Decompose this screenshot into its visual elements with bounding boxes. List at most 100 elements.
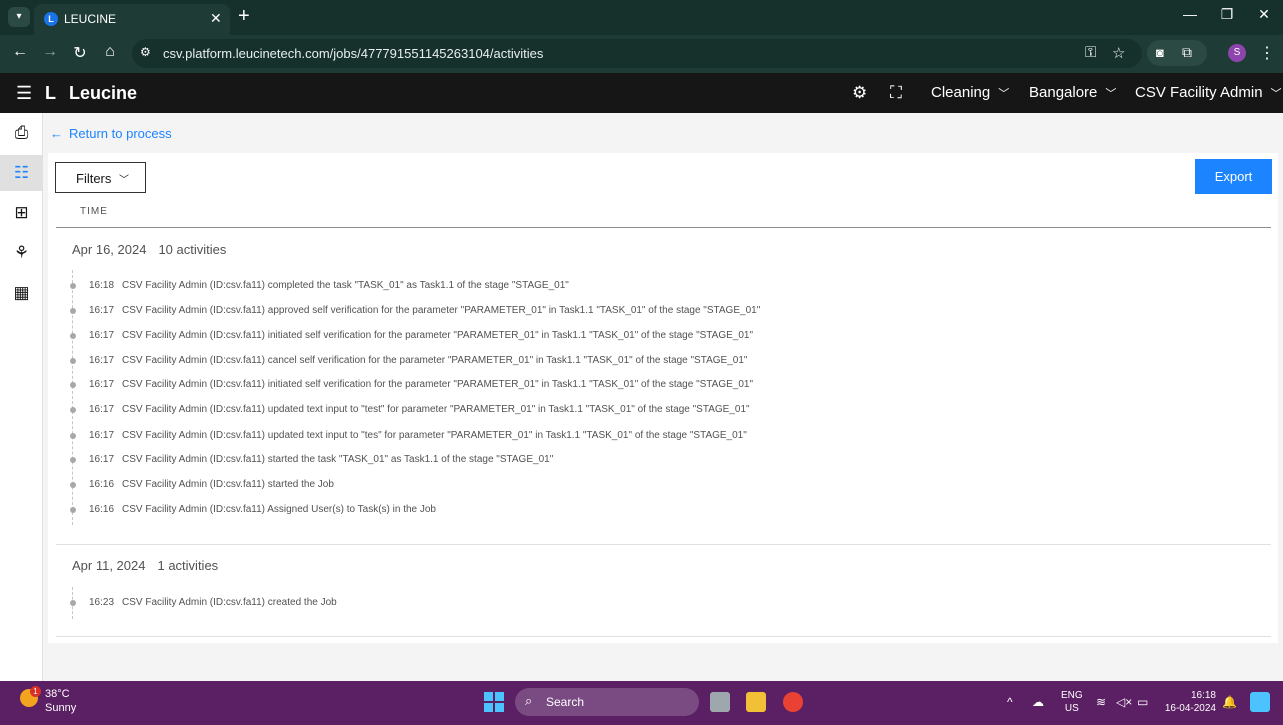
- chevron-down-icon: ﹀: [119, 175, 129, 186]
- timeline-dot: [70, 333, 76, 339]
- use-case-dropdown[interactable]: Cleaning ﹀: [931, 84, 1009, 101]
- filters-label: Filters: [76, 171, 112, 186]
- entry-text: CSV Facility Admin (ID:csv.fa11) created…: [122, 597, 337, 608]
- minimize-icon[interactable]: —: [1180, 6, 1200, 22]
- task-view-icon[interactable]: [710, 692, 730, 712]
- weather-temperature[interactable]: 38°C: [45, 688, 70, 700]
- side-nav: ⎙ ☷ ⊞ ⚘ ▦: [0, 113, 43, 681]
- chrome-icon[interactable]: [783, 692, 803, 712]
- activities-panel: Filters ﹀ Export TIME Apr 16, 2024 10 act…: [48, 153, 1278, 643]
- bookmark-star-icon[interactable]: ☆: [1112, 44, 1125, 62]
- entry-time: 16:17: [89, 379, 115, 390]
- url-text[interactable]: csv.platform.leucinetech.com/jobs/477791…: [163, 46, 543, 61]
- timeline-dot: [70, 600, 76, 606]
- user-dropdown[interactable]: CSV Facility Admin ﹀: [1135, 84, 1282, 101]
- search-label: Search: [546, 695, 585, 709]
- forward-arrow-icon[interactable]: →: [40, 43, 60, 61]
- weather-badge: 1: [30, 686, 41, 697]
- home-icon[interactable]: ⌂: [100, 43, 120, 61]
- volume-muted-icon[interactable]: ◁×: [1116, 695, 1132, 709]
- chevron-down-icon: ﹀: [998, 88, 1010, 100]
- browser-tab[interactable]: L LEUCINE ✕: [34, 4, 230, 35]
- export-button[interactable]: Export: [1195, 159, 1272, 194]
- new-tab-plus-icon[interactable]: +: [238, 5, 250, 28]
- reload-icon[interactable]: ↻: [70, 43, 90, 63]
- filters-button[interactable]: Filters ﹀: [55, 162, 146, 193]
- user-label: CSV Facility Admin: [1135, 84, 1263, 101]
- timeline-dot: [70, 482, 76, 488]
- facility-label: Bangalore: [1029, 84, 1098, 101]
- entry-time: 16:18: [89, 280, 115, 291]
- timeline-dot: [70, 358, 76, 364]
- group-count: 10 activities: [158, 242, 227, 257]
- hierarchy-icon[interactable]: ⚘: [0, 235, 43, 271]
- timeline-dot: [70, 308, 76, 314]
- leucine-favicon-icon: L: [44, 12, 58, 26]
- taskbar-search[interactable]: ⌕ Search: [515, 688, 699, 716]
- time-column-header: TIME: [80, 206, 108, 217]
- chevron-down-icon: ﹀: [1105, 88, 1117, 100]
- return-to-process-link[interactable]: ← Return to process: [50, 126, 172, 141]
- hamburger-menu-icon[interactable]: ☰: [16, 83, 32, 104]
- group-divider: [56, 544, 1271, 545]
- tab-close-icon[interactable]: ✕: [210, 10, 222, 27]
- site-settings-icon[interactable]: ⚙: [140, 45, 151, 59]
- timeline-dot: [70, 507, 76, 513]
- wifi-icon[interactable]: ≋: [1096, 695, 1106, 709]
- windows-start-icon[interactable]: [484, 692, 504, 712]
- entry-text: CSV Facility Admin (ID:csv.fa11) updated…: [122, 430, 747, 441]
- timeline-dot: [70, 382, 76, 388]
- timeline-dot: [70, 283, 76, 289]
- address-bar[interactable]: ⚙ csv.platform.leucinetech.com/jobs/4777…: [132, 39, 1142, 68]
- profile-avatar[interactable]: S: [1228, 44, 1246, 62]
- copilot-icon[interactable]: [1250, 692, 1270, 712]
- browser-toolbar: ← → ↻ ⌂ ⚙ csv.platform.leucinetech.com/j…: [0, 35, 1283, 73]
- process-icon[interactable]: ⊞: [0, 195, 43, 231]
- return-link-label: Return to process: [69, 126, 172, 141]
- entry-time: 16:16: [89, 479, 115, 490]
- password-key-icon[interactable]: ⚿: [1085, 44, 1096, 61]
- entry-text: CSV Facility Admin (ID:csv.fa11) started…: [122, 454, 554, 465]
- weather-description[interactable]: Sunny: [45, 702, 76, 714]
- entry-time: 16:16: [89, 504, 115, 515]
- region-code: US: [1064, 703, 1079, 714]
- battery-icon[interactable]: ▭: [1137, 695, 1148, 709]
- extensions-pill: ◙ ⧉: [1147, 40, 1207, 66]
- clock-time: 16:18: [1190, 690, 1216, 701]
- activity-group-header: Apr 16, 2024 10 activities: [72, 242, 226, 257]
- header-divider: [56, 227, 1271, 228]
- app-header: ☰ L Leucine ⚙ ⛶ Cleaning ﹀ Bangalore ﹀ CSV…: [0, 73, 1283, 113]
- facility-dropdown[interactable]: Bangalore ﹀: [1029, 84, 1116, 101]
- entry-time: 16:23: [89, 597, 115, 608]
- entry-text: CSV Facility Admin (ID:csv.fa11) initiat…: [122, 330, 754, 341]
- gear-icon[interactable]: ⚙: [852, 83, 867, 103]
- close-window-icon[interactable]: ✕: [1254, 6, 1274, 23]
- timeline-dot: [70, 457, 76, 463]
- entry-text: CSV Facility Admin (ID:csv.fa11) Assigne…: [122, 504, 436, 515]
- tab-title: LEUCINE: [64, 12, 117, 26]
- entry-text: CSV Facility Admin (ID:csv.fa11) approve…: [122, 305, 761, 316]
- back-arrow-icon[interactable]: ←: [10, 43, 30, 61]
- scan-icon[interactable]: ⛶: [890, 83, 902, 103]
- entry-text: CSV Facility Admin (ID:csv.fa11) initiat…: [122, 379, 754, 390]
- onedrive-cloud-icon[interactable]: ☁: [1032, 695, 1044, 709]
- chevron-down-icon: ﹀: [1270, 88, 1282, 100]
- activity-group-header: Apr 11, 2024 1 activities: [72, 558, 218, 573]
- notification-bell-icon[interactable]: 🔔: [1222, 695, 1237, 709]
- file-explorer-icon[interactable]: [746, 692, 766, 712]
- checklist-icon[interactable]: ☷: [0, 155, 43, 191]
- language-indicator[interactable]: ENG US: [1061, 689, 1083, 715]
- camera-icon[interactable]: ◙: [1156, 45, 1164, 60]
- entry-text: CSV Facility Admin (ID:csv.fa11) cancel …: [122, 355, 748, 366]
- inbox-icon[interactable]: ⎙: [0, 115, 43, 151]
- restore-icon[interactable]: ❐: [1217, 6, 1237, 23]
- tab-search-chevron-icon[interactable]: ▾: [8, 7, 30, 27]
- report-icon[interactable]: ▦: [0, 275, 43, 311]
- group-date: Apr 11, 2024: [72, 558, 146, 573]
- tray-chevron-up-icon[interactable]: ^: [1007, 695, 1013, 709]
- extensions-puzzle-icon[interactable]: ⧉: [1182, 44, 1192, 61]
- timeline-dot: [70, 433, 76, 439]
- entry-time: 16:17: [89, 355, 115, 366]
- system-clock[interactable]: 16:18 16-04-2024: [1160, 689, 1216, 715]
- browser-menu-icon[interactable]: ⋮: [1257, 43, 1277, 63]
